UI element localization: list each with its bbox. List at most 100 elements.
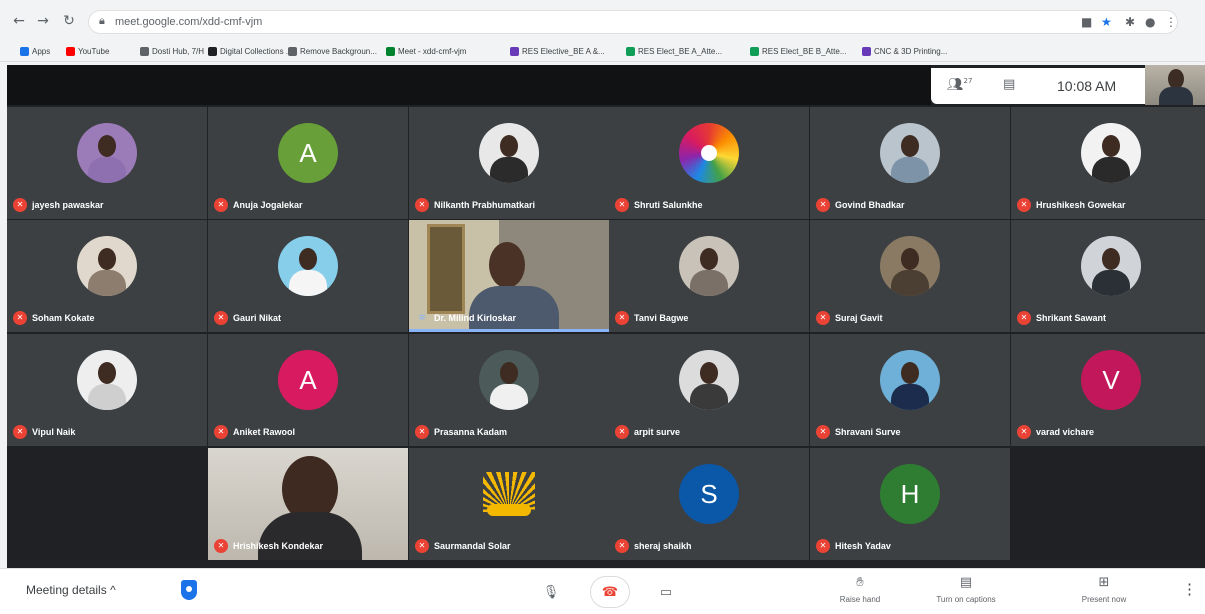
active-speaker-indicator bbox=[409, 329, 609, 332]
avatar-image bbox=[77, 123, 137, 183]
participant-tile[interactable]: ✕ Gauri Nikat bbox=[208, 220, 408, 332]
participant-name: Soham Kokate bbox=[32, 313, 95, 323]
mic-muted-icon: ✕ bbox=[615, 198, 629, 212]
participant-tile[interactable]: ✕ jayesh pawaskar bbox=[7, 107, 207, 219]
participant-video-tile[interactable]: ✕ Hrishikesh Kondekar bbox=[208, 448, 408, 560]
bookmark-label: YouTube bbox=[78, 46, 110, 56]
profile-icon[interactable]: ● bbox=[1145, 15, 1155, 29]
participant-video-tile[interactable]: ≡ Dr. Milind Kirloskar bbox=[409, 220, 609, 332]
reload-icon[interactable]: ↻ bbox=[60, 12, 78, 30]
leave-call-button[interactable]: ☎ bbox=[590, 576, 630, 608]
captions-button[interactable]: ▤ Turn on captions bbox=[926, 575, 1006, 604]
participant-name: Anuja Jogalekar bbox=[233, 200, 303, 210]
bookmark-label: Apps bbox=[32, 46, 51, 56]
participant-tile[interactable]: ✕ Govind Bhadkar bbox=[810, 107, 1010, 219]
mic-muted-icon: ✕ bbox=[214, 198, 228, 212]
participant-name-bar: ✕ Gauri Nikat bbox=[214, 310, 281, 326]
participant-name: Hrushikesh Gowekar bbox=[1036, 200, 1126, 210]
participant-name-bar: ✕ Govind Bhadkar bbox=[816, 197, 905, 213]
participant-tile[interactable]: ✕ Hrushikesh Gowekar bbox=[1011, 107, 1205, 219]
mic-muted-icon: ✕ bbox=[13, 198, 27, 212]
participant-tile[interactable]: A ✕ Aniket Rawool bbox=[208, 334, 408, 446]
bookmark-item[interactable]: RES Elective_BE A &... bbox=[510, 44, 605, 58]
bookmark-item[interactable]: RES Elect_BE B_Atte... bbox=[750, 44, 846, 58]
self-view[interactable] bbox=[1145, 65, 1205, 105]
participant-name: Gauri Nikat bbox=[233, 313, 282, 323]
participant-name: Shravani Surve bbox=[835, 427, 901, 437]
participant-name: Nilkanth Prabhumatkari bbox=[434, 200, 536, 210]
menu-icon[interactable]: ⋮ bbox=[1165, 15, 1177, 29]
participant-tile[interactable]: ✕ arpit surve bbox=[609, 334, 809, 446]
participant-tile[interactable]: ✕ Shruti Salunkhe bbox=[609, 107, 809, 219]
camera-button[interactable]: ▭ bbox=[648, 576, 684, 608]
avatar-initial: S bbox=[700, 478, 718, 509]
participant-name-bar: ✕ Hrishikesh Kondekar bbox=[214, 538, 323, 554]
browser-toolbar: ← → ↻ 🔒︎ meet.google.com/xdd-cmf-vjm ■ ★… bbox=[0, 0, 1205, 40]
participant-tile[interactable]: ✕ Vipul Naik bbox=[7, 334, 207, 446]
bookmark-icon bbox=[288, 46, 297, 56]
star-icon[interactable]: ★ bbox=[1101, 15, 1112, 29]
participant-name-bar: ✕ varad vichare bbox=[1017, 424, 1094, 440]
mic-muted-icon: ✕ bbox=[415, 539, 429, 553]
captions-label: Turn on captions bbox=[936, 595, 996, 604]
present-button[interactable]: ⊞ Present now bbox=[1064, 575, 1144, 604]
chat-icon[interactable]: ▤ bbox=[1003, 77, 1015, 92]
camera-icon[interactable]: ■ bbox=[1081, 15, 1092, 29]
people-icon[interactable]: 👥︎27 bbox=[947, 77, 972, 92]
participant-name-bar: ✕ Prasanna Kadam bbox=[415, 424, 507, 440]
participant-tile[interactable]: S ✕ sheraj shaikh bbox=[609, 448, 809, 560]
mic-button[interactable]: 🎙︎ bbox=[533, 576, 569, 608]
participant-tile[interactable]: A ✕ Anuja Jogalekar bbox=[208, 107, 408, 219]
bookmark-item[interactable]: Digital Collections ... bbox=[208, 44, 292, 58]
bookmark-item[interactable]: YouTube bbox=[66, 44, 109, 58]
bookmark-item[interactable]: Meet - xdd-cmf-vjm bbox=[386, 44, 466, 58]
present-icon: ⊞ bbox=[1098, 575, 1110, 590]
avatar-image bbox=[77, 350, 137, 410]
avatar-initial: V bbox=[1102, 364, 1120, 395]
bookmark-icon bbox=[66, 46, 75, 56]
security-shield-icon[interactable] bbox=[181, 580, 197, 600]
participant-name-bar: ✕ arpit surve bbox=[615, 424, 680, 440]
forward-icon[interactable]: → bbox=[34, 12, 52, 30]
mic-muted-icon: ✕ bbox=[816, 425, 830, 439]
avatar-image bbox=[77, 236, 137, 296]
participant-tile[interactable]: ✕ Shravani Surve bbox=[810, 334, 1010, 446]
participant-tile[interactable]: ✕ Nilkanth Prabhumatkari bbox=[409, 107, 609, 219]
mic-muted-icon: ✕ bbox=[615, 539, 629, 553]
back-icon[interactable]: ← bbox=[10, 12, 28, 30]
initial-avatar: H bbox=[880, 464, 940, 524]
bookmark-item[interactable]: Apps bbox=[20, 44, 50, 58]
hang-up-icon: ☎ bbox=[601, 584, 619, 600]
mic-muted-icon: ✕ bbox=[1017, 311, 1031, 325]
participant-tile[interactable]: ✕ Soham Kokate bbox=[7, 220, 207, 332]
initial-avatar: A bbox=[278, 123, 338, 183]
participant-tile[interactable]: ✕ Prasanna Kadam bbox=[409, 334, 609, 446]
extensions-icon[interactable]: ✱ bbox=[1125, 15, 1135, 29]
avatar-initial: H bbox=[900, 478, 920, 509]
mic-muted-icon: ✕ bbox=[214, 311, 228, 325]
present-label: Present now bbox=[1081, 595, 1127, 604]
bookmark-item[interactable]: RES Elect_BE A_Atte... bbox=[626, 44, 722, 58]
participant-name: Govind Bhadkar bbox=[835, 200, 905, 210]
bookmark-item[interactable]: Remove Backgroun... bbox=[288, 44, 377, 58]
mic-active-icon: ≡ bbox=[418, 313, 426, 323]
participant-tile[interactable]: V ✕ varad vichare bbox=[1011, 334, 1205, 446]
raise-hand-button[interactable]: ✋︎ Raise hand bbox=[820, 575, 900, 604]
bookmark-icon bbox=[208, 46, 217, 56]
meeting-details-button[interactable]: Meeting details ^ bbox=[26, 583, 116, 597]
logo-image bbox=[479, 464, 539, 524]
avatar-image bbox=[679, 236, 739, 296]
participant-name: Suraj Gavit bbox=[835, 313, 883, 323]
participant-tile[interactable]: ✕ Shrikant Sawant bbox=[1011, 220, 1205, 332]
avatar-image bbox=[278, 236, 338, 296]
participant-tile[interactable]: ✕ Suraj Gavit bbox=[810, 220, 1010, 332]
participant-tile[interactable]: ✕ Saurmandal Solar bbox=[409, 448, 609, 560]
participant-tile[interactable]: ✕ Tanvi Bagwe bbox=[609, 220, 809, 332]
more-options-icon[interactable]: ⋮ bbox=[1182, 580, 1197, 598]
bookmark-icon bbox=[626, 46, 635, 56]
participant-name-bar: ≡ Dr. Milind Kirloskar bbox=[415, 310, 516, 326]
address-bar[interactable]: 🔒︎ meet.google.com/xdd-cmf-vjm ■ ★ ✱ ● ⋮ bbox=[88, 10, 1178, 34]
bookmark-item[interactable]: Dosti Hub, 7/H bbox=[140, 44, 204, 58]
bookmark-item[interactable]: CNC & 3D Printing... bbox=[862, 44, 947, 58]
participant-tile[interactable]: H ✕ Hitesh Yadav bbox=[810, 448, 1010, 560]
